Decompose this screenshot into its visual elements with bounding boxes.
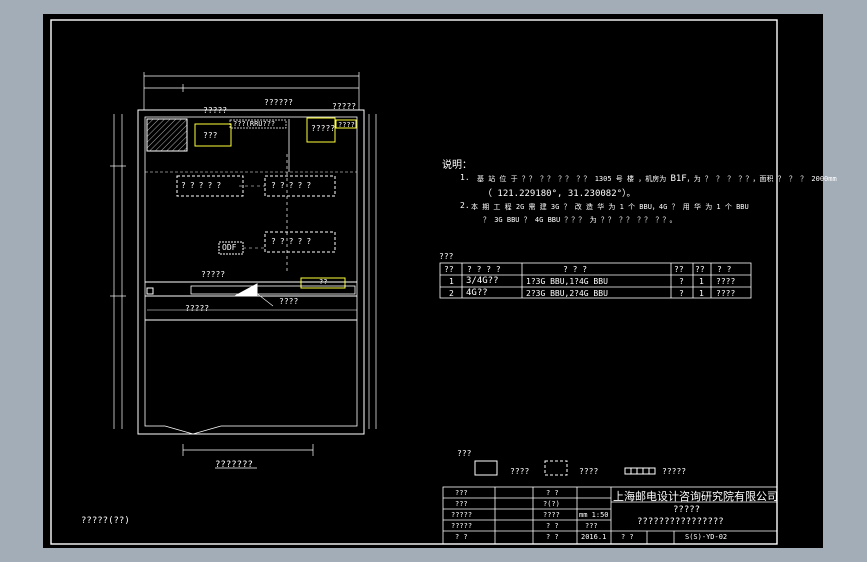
- row-1-spec: 1?3G BBU,1?4G BBU: [526, 277, 608, 286]
- row-1-name: 3/4G??: [466, 276, 499, 286]
- note-2-num: 2.: [460, 201, 470, 210]
- row-2-note: ????: [716, 289, 736, 298]
- label-top-3: ?????: [332, 102, 357, 111]
- row-1-no: 1: [449, 277, 454, 286]
- tb-project-1: ?????: [673, 505, 701, 515]
- tb-left-1: ???: [455, 489, 468, 497]
- tb-scale: mm 1:50: [579, 511, 609, 519]
- note-2-line1: 本 期 工 程 2G 需 建 3G ？ 改 造 华 为 1 个 BBU，4G ？…: [471, 203, 749, 211]
- floor-plan: [110, 72, 377, 469]
- note-1-coords: （ 121.229180°, 31.230082°）。: [483, 189, 636, 199]
- th-4: ??: [674, 265, 684, 274]
- th-2: ? ? ? ?: [467, 265, 501, 274]
- legend-tray: [624, 467, 656, 475]
- rack-row-1-cells: ?????: [181, 181, 226, 190]
- mid-label-2: ?????: [185, 304, 210, 313]
- label-top-2: ??????: [264, 98, 293, 107]
- row-2-name: 4G??: [466, 288, 488, 298]
- floor-plan-caption: ???????: [215, 460, 253, 470]
- tb-left-5: ? ?: [455, 533, 468, 541]
- cad-drawing: [50, 19, 778, 545]
- mid-label-1: ?????: [201, 270, 226, 279]
- row-1-note: ????: [716, 277, 736, 286]
- legend-item-1: ????: [510, 467, 530, 476]
- legend-dashed-box: [544, 460, 568, 476]
- th-5: ??: [695, 265, 705, 274]
- legend-title: ???: [457, 449, 472, 458]
- tb-sheet-label: ???: [585, 522, 598, 530]
- row-1-qty: 1: [699, 277, 704, 286]
- row-2-qty: 1: [699, 289, 704, 298]
- th-1: ??: [444, 265, 454, 274]
- hatched-shaft: [146, 118, 188, 152]
- note-1-num: 1.: [460, 173, 470, 182]
- row-2-no: 2: [449, 289, 454, 298]
- outer-wall: [137, 109, 365, 435]
- legend-item-2: ????: [579, 467, 599, 476]
- drawing-sheet: ????? ?????? ????? ???(RRU??? ??? ????? …: [43, 14, 837, 548]
- left-caption: ?????(??): [81, 516, 130, 526]
- tb-left-4: ?????: [451, 522, 473, 530]
- rack-row-3-cells: ?????: [271, 237, 316, 246]
- mid-label-4: ??: [319, 278, 328, 286]
- note-2-line2: ？ 3G BBU ？ 4G BBU ？？？ 为 ？？ ？？ ？？ ？？。: [483, 216, 677, 224]
- row-2-spec: 2?3G BBU,2?4G BBU: [526, 289, 608, 298]
- th-6: ? ?: [717, 265, 732, 274]
- tb-mid-5: ? ?: [546, 533, 559, 541]
- shaft-label: ???(RRU???: [233, 120, 276, 128]
- room-label-3: ????: [338, 121, 355, 129]
- row-2-unit: ?: [679, 289, 684, 298]
- inner-wall: [144, 116, 358, 427]
- odf-label: ODF: [222, 243, 237, 252]
- tb-left-2: ???: [455, 500, 468, 508]
- legend-shapes: [474, 460, 656, 476]
- cable-tray: [190, 285, 356, 295]
- tb-project-2: ????????????????: [637, 517, 724, 527]
- note-1-line1: 基 站 位 于 ？？ ？？ ？？ ？？ 1305 号 楼 ，机房为 B1F，为 …: [477, 174, 837, 184]
- legend-item-3: ?????: [662, 467, 687, 476]
- equipment-table-title: ???: [439, 252, 454, 261]
- tb-drawing-no: S(S)-YD-02: [685, 533, 728, 541]
- room-label-1: ???: [203, 131, 218, 140]
- tb-mid-3: ????: [543, 511, 560, 519]
- room-label-2: ?????: [311, 124, 336, 133]
- tb-mid-4: ? ?: [546, 522, 559, 530]
- label-top-1: ?????: [203, 106, 228, 115]
- tb-mid-1: ? ?: [546, 489, 559, 497]
- mid-label-3: ????: [279, 297, 299, 306]
- tb-date-label: ? ?: [621, 533, 634, 541]
- tb-left-3: ?????: [451, 511, 473, 519]
- tb-company: 上海邮电设计咨询研究院有限公司: [613, 490, 778, 503]
- th-3: ? ? ?: [563, 265, 588, 274]
- legend-solid-box: [474, 460, 498, 476]
- tb-mid-2: ?(?): [543, 500, 560, 508]
- row-1-unit: ?: [679, 277, 684, 286]
- tb-date: 2016.1: [581, 533, 607, 541]
- notes-heading: 说明：: [442, 160, 472, 171]
- rack-row-2-cells: ?????: [271, 181, 316, 190]
